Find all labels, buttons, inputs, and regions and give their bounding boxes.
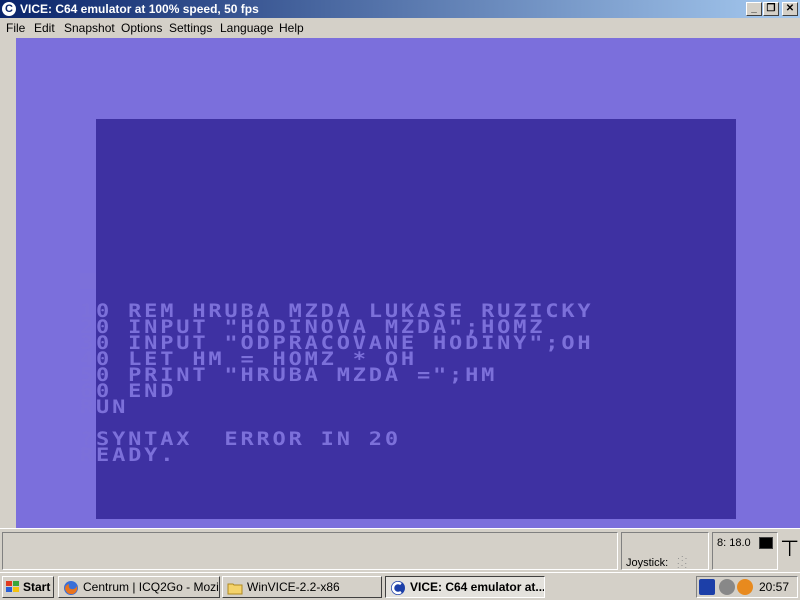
taskbar-item-label: VICE: C64 emulator at... xyxy=(410,580,545,594)
joystick-indicator-icon: ·:·:·: xyxy=(677,553,689,570)
taskbar-item-firefox[interactable]: Centrum | ICQ2Go - Mozi... xyxy=(58,576,220,598)
messenger-tray-icon[interactable] xyxy=(737,579,753,595)
start-label: Start xyxy=(23,580,51,594)
joystick-label: Joystick: xyxy=(626,557,669,569)
menu-snapshot[interactable]: Snapshot xyxy=(64,21,115,35)
joystick-pane: Joystick: ·:·:·: xyxy=(621,532,709,570)
system-tray: 20:57 xyxy=(696,576,798,598)
window-title: VICE: C64 emulator at 100% speed, 50 fps xyxy=(20,2,259,16)
menu-help[interactable]: Help xyxy=(279,21,304,35)
title-bar[interactable]: C VICE: C64 emulator at 100% speed, 50 f… xyxy=(0,0,800,18)
windows-logo-icon xyxy=(6,581,19,592)
menu-bar: File Edit Snapshot Options Settings Lang… xyxy=(0,18,800,38)
minimize-button[interactable]: _ xyxy=(746,2,762,16)
c64-cursor xyxy=(80,273,96,289)
menu-language[interactable]: Language xyxy=(220,21,273,35)
status-message-pane xyxy=(2,532,618,570)
tape-icon[interactable]: ⊤ xyxy=(780,536,799,564)
vice-icon xyxy=(391,581,405,595)
taskbar: Start Centrum | ICQ2Go - Mozi... WinVICE… xyxy=(0,572,800,600)
taskbar-item-label: WinVICE-2.2-x86 xyxy=(247,580,340,594)
taskbar-item-vice[interactable]: VICE: C64 emulator at... xyxy=(385,576,545,598)
taskbar-item-winvice-folder[interactable]: WinVICE-2.2-x86 xyxy=(222,576,382,598)
restore-button[interactable]: ❐ xyxy=(763,2,779,16)
volume-tray-icon[interactable] xyxy=(719,579,735,595)
drive-pane: 8: 18.0 xyxy=(712,532,778,570)
status-bar: Joystick: ·:·:·: 8: 18.0 xyxy=(0,528,800,572)
ready-prompt: READY. xyxy=(80,444,177,466)
run-command: RUN xyxy=(80,396,129,418)
close-button[interactable]: ✕ xyxy=(782,2,798,16)
menu-file[interactable]: File xyxy=(6,21,25,35)
menu-edit[interactable]: Edit xyxy=(34,21,55,35)
firefox-icon xyxy=(64,581,78,595)
drive-led-icon xyxy=(759,537,773,549)
drive-status: 8: 18.0 xyxy=(717,537,751,549)
start-button[interactable]: Start xyxy=(2,576,54,598)
vice-app-icon[interactable]: C xyxy=(2,2,16,16)
menu-settings[interactable]: Settings xyxy=(169,21,212,35)
taskbar-item-label: Centrum | ICQ2Go - Mozi... xyxy=(83,580,220,594)
menu-options[interactable]: Options xyxy=(121,21,162,35)
vice-tray-icon[interactable] xyxy=(699,579,715,595)
folder-icon xyxy=(227,583,243,595)
clock: 20:57 xyxy=(759,580,790,594)
